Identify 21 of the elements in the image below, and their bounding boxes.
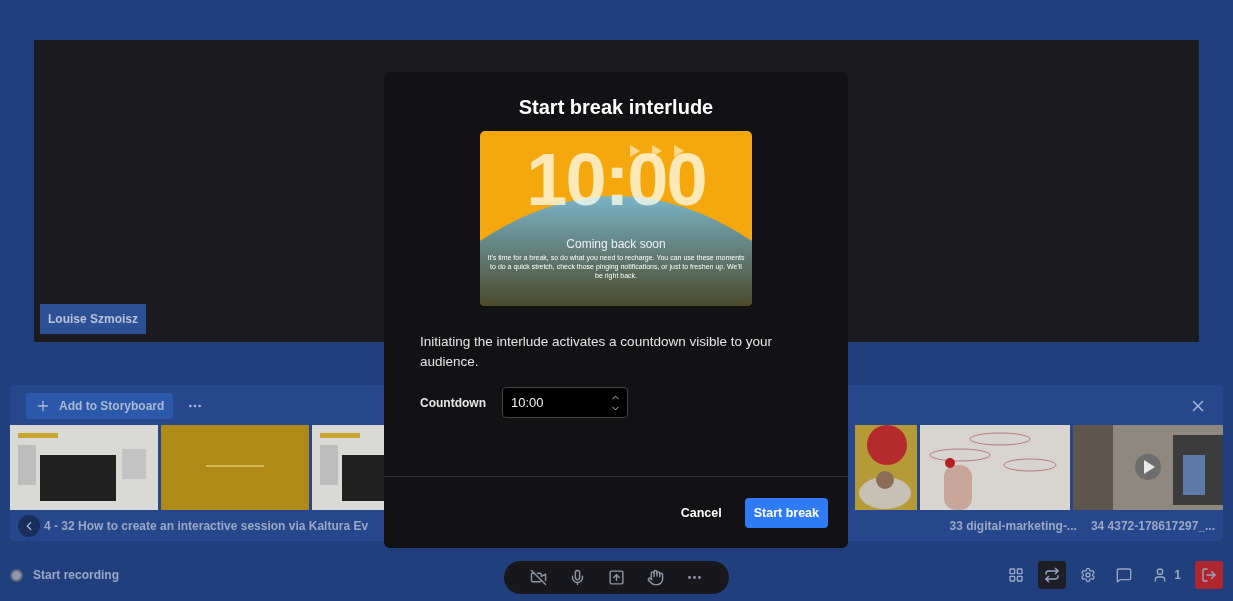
dialog-description: Initiating the interlude activates a countdown visible to your audience.	[420, 333, 773, 371]
cancel-button[interactable]: Cancel	[671, 497, 731, 528]
back-button[interactable]	[18, 514, 40, 537]
start-break-button[interactable]: Start break	[744, 497, 828, 528]
microphone-icon[interactable]	[569, 568, 586, 586]
hand-icon[interactable]	[647, 568, 664, 586]
thumbnail-caption: 34 4372-178617297_...	[1090, 518, 1215, 533]
dialog-title: Start break interlude	[517, 96, 715, 119]
preview-heading: Coming back soon	[566, 237, 666, 251]
thumbnail-caption: 4 - 32 How to create an interactive session via Kaltura Ev	[44, 518, 369, 533]
participant-name: Louise Szmoisz	[40, 304, 147, 334]
countdown-preview: 10:00	[526, 143, 706, 217]
countdown-label: Countdown	[420, 395, 486, 410]
camera-off-icon[interactable]	[530, 568, 547, 586]
thumbnail-caption: 33 digital-marketing-...	[949, 518, 1077, 533]
add-to-storyboard-button[interactable]: Add to Storyboard	[26, 392, 174, 419]
participants-button[interactable]: 1	[1146, 561, 1187, 589]
start-recording-button[interactable]: Start recording	[10, 568, 310, 582]
share-icon[interactable]	[608, 568, 625, 586]
countdown-field[interactable]: 10:00	[502, 387, 628, 419]
switch-icon[interactable]	[1038, 561, 1067, 589]
